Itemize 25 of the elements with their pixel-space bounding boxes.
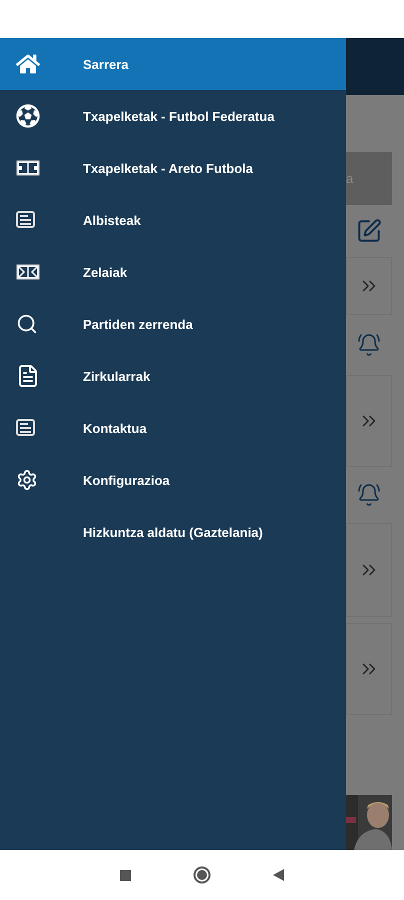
menu-item[interactable]: Konfigurazioa [0, 454, 346, 506]
field-icon [16, 160, 40, 176]
menu-item[interactable]: Albisteak [0, 194, 346, 246]
news-icon [16, 211, 36, 229]
bell-icon [357, 333, 381, 357]
back-icon[interactable] [273, 869, 284, 881]
field-icon [16, 264, 40, 280]
edit-icon[interactable] [356, 218, 382, 244]
menu-item[interactable]: Sarrera [0, 38, 346, 90]
menu-item[interactable]: Zirkularrak [0, 350, 346, 402]
bell-icon [357, 483, 381, 507]
menu-item[interactable]: Hizkuntza aldatu (Gaztelania) [0, 506, 346, 558]
menu-item[interactable]: Kontaktua [0, 402, 346, 454]
search-icon [16, 313, 38, 335]
home-circle-icon[interactable] [193, 866, 211, 884]
settings-icon [16, 469, 38, 491]
home-icon [16, 52, 40, 76]
document-icon [16, 364, 40, 388]
menu-item[interactable]: Partiden zerrenda [0, 298, 346, 350]
menu-item[interactable]: Txapelketak - Areto Futbola [0, 142, 346, 194]
menu-item[interactable]: Zelaiak [0, 246, 346, 298]
recents-icon[interactable] [120, 870, 131, 880]
menu-item[interactable]: Txapelketak - Futbol Federatua [0, 90, 346, 142]
news-icon [16, 419, 36, 437]
app-header [346, 38, 404, 95]
